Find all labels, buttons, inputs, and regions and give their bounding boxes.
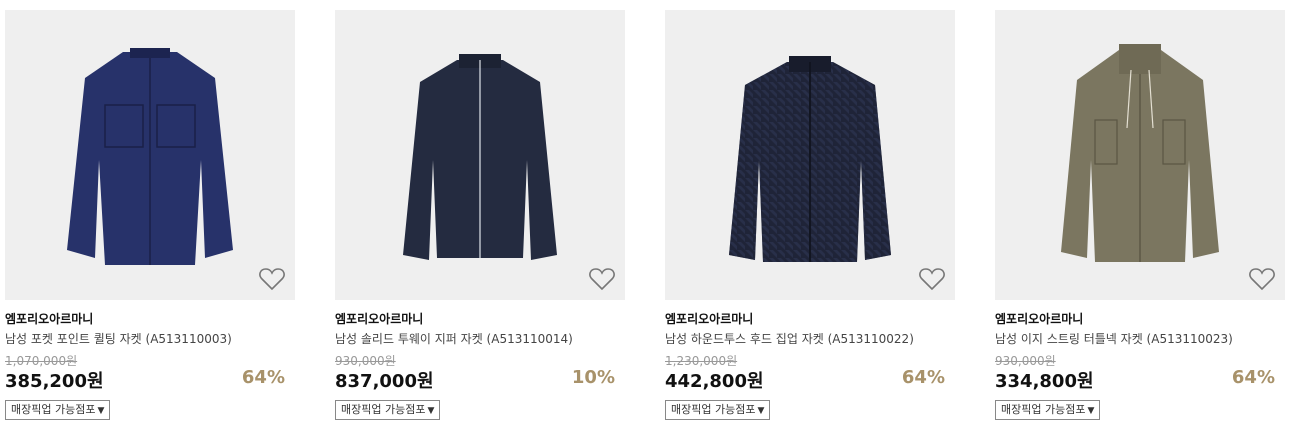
discount-rate: 10% [571,367,615,388]
brand-name[interactable]: 엠포리오아르마니 [5,310,93,327]
discount-rate: 64% [1231,367,1275,388]
brand-name[interactable]: 엠포리오아르마니 [995,310,1083,327]
jacket-image [403,54,557,260]
product-card[interactable]: 엠포리오아르마니 남성 솔리드 투웨이 지퍼 자켓 (A513110014) 9… [335,10,625,430]
store-pickup-label: 매장픽업 가능점포 [11,403,96,416]
product-grid: 엠포리오아르마니 남성 포켓 포인트 퀼팅 자켓 (A513110003) 1,… [0,0,1290,440]
dropdown-arrow-icon: ▼ [1087,406,1095,416]
product-image[interactable] [995,10,1285,300]
heart-icon[interactable] [1249,267,1275,291]
sale-price: 385,200원 [5,371,104,392]
dropdown-arrow-icon: ▼ [427,406,435,416]
dropdown-arrow-icon: ▼ [757,406,765,416]
store-pickup-label: 매장픽업 가능점포 [341,403,426,416]
jacket-image [67,48,233,265]
store-pickup-label: 매장픽업 가능점포 [1001,403,1086,416]
product-card[interactable]: 엠포리오아르마니 남성 하운드투스 후드 집업 자켓 (A513110022) … [665,10,955,430]
sale-price: 442,800원 [665,371,764,392]
product-card[interactable]: 엠포리오아르마니 남성 이지 스트링 터틀넥 자켓 (A513110023) 9… [995,10,1285,430]
store-pickup-dropdown[interactable]: 매장픽업 가능점포 ▼ [5,400,111,420]
jacket-image [729,56,891,262]
product-image[interactable] [5,10,295,300]
heart-icon[interactable] [589,267,615,291]
store-pickup-label: 매장픽업 가능점포 [671,403,756,416]
product-name[interactable]: 남성 하운드투스 후드 집업 자켓 (A513110022) [665,330,914,347]
product-name[interactable]: 남성 이지 스트링 터틀넥 자켓 (A513110023) [995,330,1233,347]
discount-rate: 64% [241,367,285,388]
jacket-image [1061,44,1219,262]
store-pickup-dropdown[interactable]: 매장픽업 가능점포 ▼ [335,400,441,420]
product-card[interactable]: 엠포리오아르마니 남성 포켓 포인트 퀼팅 자켓 (A513110003) 1,… [5,10,295,430]
product-image[interactable] [335,10,625,300]
dropdown-arrow-icon: ▼ [97,406,105,416]
store-pickup-dropdown[interactable]: 매장픽업 가능점포 ▼ [995,400,1101,420]
heart-icon[interactable] [919,267,945,291]
product-name[interactable]: 남성 포켓 포인트 퀼팅 자켓 (A513110003) [5,330,232,347]
brand-name[interactable]: 엠포리오아르마니 [335,310,423,327]
heart-icon[interactable] [259,267,285,291]
product-name[interactable]: 남성 솔리드 투웨이 지퍼 자켓 (A513110014) [335,330,573,347]
discount-rate: 64% [901,367,945,388]
product-image[interactable] [665,10,955,300]
sale-price: 837,000원 [335,371,434,392]
sale-price: 334,800원 [995,371,1094,392]
brand-name[interactable]: 엠포리오아르마니 [665,310,753,327]
store-pickup-dropdown[interactable]: 매장픽업 가능점포 ▼ [665,400,771,420]
